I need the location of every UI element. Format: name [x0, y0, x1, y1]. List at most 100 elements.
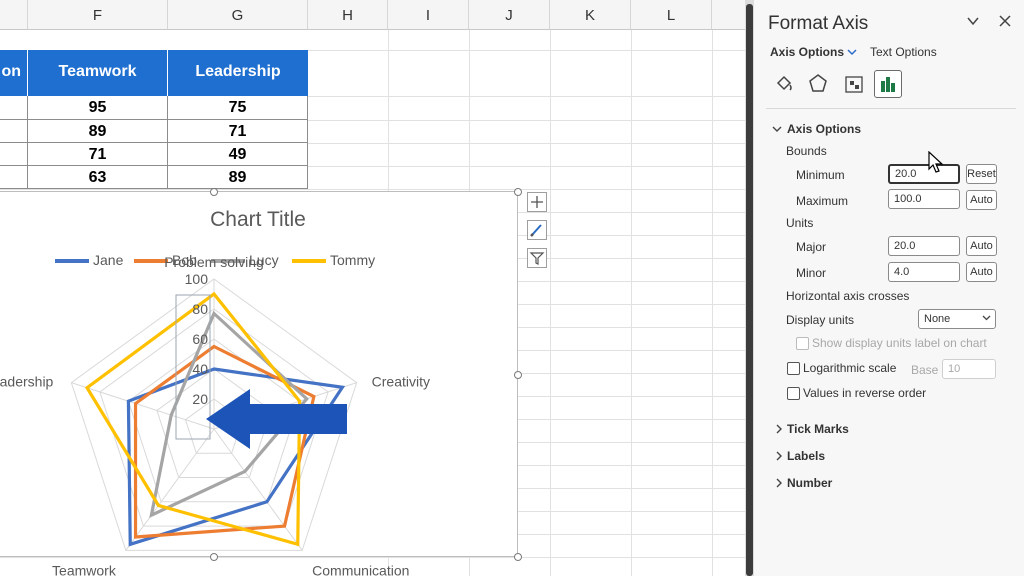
values-reverse-order-checkbox[interactable] — [787, 387, 800, 400]
filter-icon — [529, 252, 545, 265]
major-auto-button[interactable]: Auto — [966, 236, 997, 256]
column-header-h[interactable]: H — [308, 0, 388, 30]
minor-input[interactable]: 4.0 — [888, 262, 960, 282]
maximum-auto-button[interactable]: Auto — [966, 190, 997, 210]
base-label: Base — [911, 363, 939, 377]
column-header-l[interactable]: L — [631, 0, 712, 30]
tick-marks-section-header[interactable]: Tick Marks — [787, 422, 849, 436]
display-units-select[interactable]: None — [918, 309, 996, 329]
brush-icon — [530, 224, 542, 237]
column-header-i[interactable]: I — [388, 0, 469, 30]
table-cell[interactable] — [0, 143, 28, 166]
gridline — [631, 30, 632, 576]
divider — [766, 108, 1016, 109]
table-cell[interactable]: 71 — [28, 143, 168, 166]
pane-title: Format Axis — [768, 13, 869, 34]
axis-tick-label: 100 — [185, 271, 209, 287]
fill-line-icon[interactable] — [770, 70, 798, 98]
chart-filters-button[interactable] — [527, 248, 547, 268]
column-header-m[interactable] — [712, 0, 745, 30]
maximum-label: Maximum — [796, 194, 849, 208]
spreadsheet-area[interactable]: F G H I J K L on Teamwork Leadership 95 … — [0, 0, 745, 576]
chevron-right-icon[interactable] — [774, 423, 784, 437]
base-input[interactable]: 10 — [942, 359, 996, 379]
maximum-input[interactable]: 100.0 — [888, 189, 960, 209]
column-header-g[interactable]: G — [168, 0, 308, 30]
chart-elements-button[interactable] — [527, 192, 547, 212]
axis-options-section-header[interactable]: Axis Options — [787, 122, 861, 136]
major-input[interactable]: 20.0 — [888, 236, 960, 256]
category-label: Communication — [312, 562, 409, 576]
column-header-e[interactable] — [0, 0, 28, 30]
display-units-label: Display units — [786, 313, 855, 327]
close-icon[interactable] — [998, 14, 1012, 32]
radar-chart[interactable]: Chart Title Jane Bob Lucy Tommy Problem … — [0, 191, 519, 576]
radar-plot[interactable]: Problem solving Creativity Communication Te… — [0, 192, 519, 576]
minimum-input[interactable]: 20.0 — [888, 164, 960, 184]
resize-handle[interactable] — [210, 553, 218, 561]
table-cell[interactable]: 71 — [168, 120, 308, 143]
show-display-units-label: Show display units label on chart — [812, 336, 987, 350]
table-cell[interactable]: 63 — [28, 166, 168, 189]
resize-handle[interactable] — [514, 371, 522, 379]
table-header-cell[interactable]: on — [0, 50, 28, 96]
scrollbar-thumb[interactable] — [746, 4, 753, 576]
table-header-teamwork[interactable]: Teamwork — [28, 50, 168, 96]
units-label: Units — [786, 216, 814, 230]
gridline — [0, 189, 745, 190]
display-units-value: None — [924, 313, 951, 325]
tab-axis-options[interactable]: Axis Options — [770, 45, 844, 59]
resize-handle[interactable] — [514, 553, 522, 561]
minor-auto-button[interactable]: Auto — [966, 262, 997, 282]
chevron-right-icon[interactable] — [774, 477, 784, 491]
category-label: Problem solving — [164, 254, 264, 270]
category-label: Creativity — [372, 374, 430, 390]
resize-handle[interactable] — [514, 188, 522, 196]
table-cell[interactable] — [0, 120, 28, 143]
logarithmic-scale-label: Logarithmic scale — [803, 361, 897, 375]
column-header-j[interactable]: J — [469, 0, 550, 30]
table-cell[interactable]: 95 — [28, 96, 168, 120]
table-cell[interactable]: 89 — [28, 120, 168, 143]
show-display-units-checkbox[interactable] — [796, 337, 809, 350]
chevron-down-icon[interactable] — [772, 123, 782, 137]
chevron-down-icon[interactable] — [847, 46, 857, 60]
effects-icon[interactable] — [804, 70, 832, 98]
axis-options-icon[interactable] — [874, 70, 902, 98]
axis-tick-label: 80 — [192, 301, 208, 317]
table-cell[interactable]: 89 — [168, 166, 308, 189]
mouse-cursor-icon — [928, 151, 944, 173]
size-properties-icon[interactable] — [840, 70, 868, 98]
chevron-down-icon — [982, 310, 991, 332]
tab-text-options[interactable]: Text Options — [870, 45, 937, 59]
column-header-k[interactable]: K — [550, 0, 631, 30]
values-reverse-order-label: Values in reverse order — [803, 386, 927, 400]
resize-handle[interactable] — [210, 188, 218, 196]
chart-styles-button[interactable] — [527, 220, 547, 240]
axis-tick-label: 20 — [192, 391, 208, 407]
logarithmic-scale-checkbox[interactable] — [787, 362, 800, 375]
table-cell[interactable] — [0, 96, 28, 120]
table-cell[interactable] — [0, 166, 28, 189]
number-section-header[interactable]: Number — [787, 476, 832, 490]
minor-label: Minor — [796, 266, 827, 280]
table-cell[interactable]: 75 — [168, 96, 308, 120]
gridline — [550, 30, 551, 576]
minimum-reset-button[interactable]: Reset — [966, 164, 997, 184]
category-label: Teamwork — [52, 562, 117, 576]
gridline — [712, 30, 713, 576]
labels-section-header[interactable]: Labels — [787, 449, 825, 463]
bounds-label: Bounds — [786, 144, 827, 158]
minimum-label: Minimum — [796, 168, 845, 182]
axis-tick-label: 40 — [192, 361, 208, 377]
axis-tick-label: 60 — [192, 331, 208, 347]
horizontal-axis-crosses-label: Horizontal axis crosses — [786, 289, 910, 303]
chevron-down-icon[interactable] — [966, 14, 980, 32]
format-axis-pane: Format Axis Axis Options Text Options Ax… — [754, 0, 1024, 576]
chevron-right-icon[interactable] — [774, 450, 784, 464]
table-cell[interactable]: 49 — [168, 143, 308, 166]
category-label: Leadership — [0, 374, 54, 390]
column-header-f[interactable]: F — [28, 0, 168, 30]
plus-icon — [531, 196, 543, 208]
table-header-leadership[interactable]: Leadership — [168, 50, 308, 96]
